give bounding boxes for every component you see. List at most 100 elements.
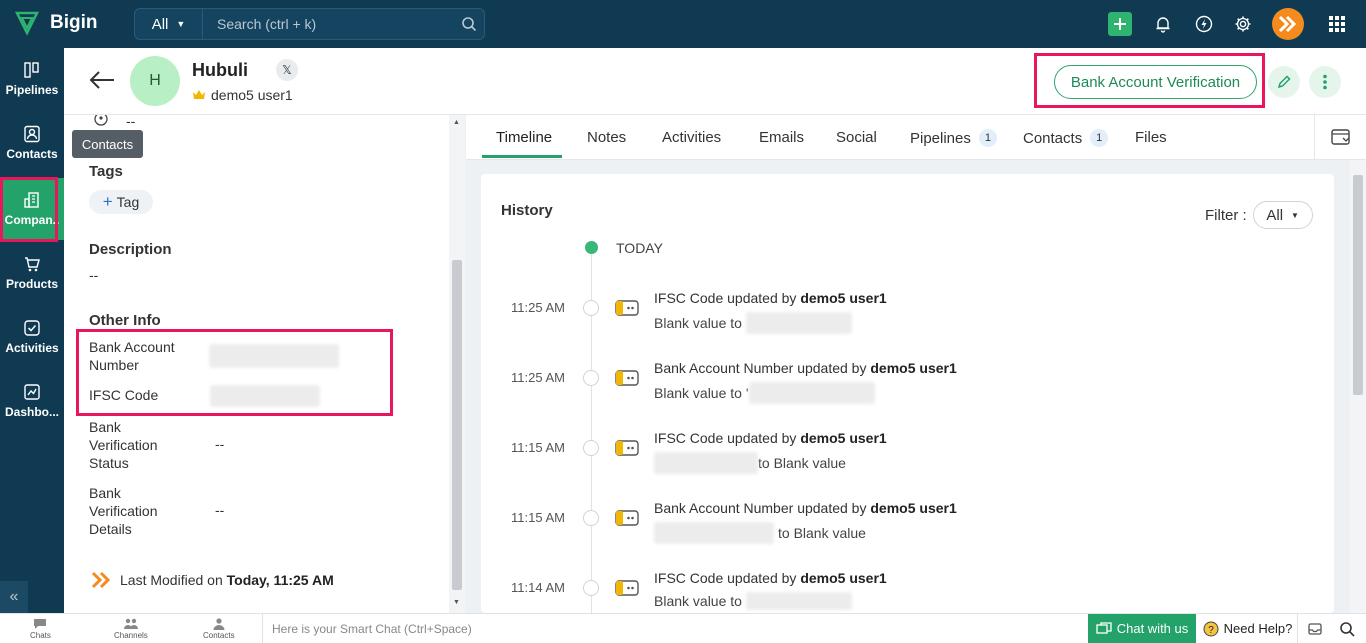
timeline-scroll-thumb[interactable] <box>1353 175 1363 395</box>
smart-chat-input[interactable]: Here is your Smart Chat (Ctrl+Space) <box>262 614 1088 643</box>
settings-gear-icon[interactable] <box>1233 14 1253 34</box>
tab-label: Timeline <box>496 129 553 146</box>
entry-field: IFSC Code <box>654 430 724 446</box>
details-panel: -- Tags + Tag Description -- Other Info … <box>64 115 449 613</box>
entry-change-prefix: Blank value to ' <box>654 385 749 401</box>
entry-time: 11:15 AM <box>511 510 565 525</box>
search-input[interactable]: Search (ctrl + k) <box>203 16 454 32</box>
left-sidebar: Pipelines Contacts Compan.. Products Act… <box>0 48 64 613</box>
entry-time: 11:25 AM <box>511 370 565 385</box>
redacted-value <box>748 382 875 404</box>
entry-by: updated by <box>727 430 797 446</box>
entry-user: demo5 user1 <box>870 360 957 376</box>
last-modified: Last Modified on Today, 11:25 AM <box>120 572 334 588</box>
back-arrow-icon[interactable] <box>88 70 116 93</box>
global-search: All ▼ Search (ctrl + k) <box>134 8 485 40</box>
bank-verification-details-value[interactable]: -- <box>215 502 224 518</box>
footer-contacts[interactable]: Contacts <box>203 618 235 640</box>
field-update-icon <box>615 298 639 321</box>
entry-time: 11:25 AM <box>511 300 565 315</box>
sidebar-item-dashboards[interactable]: Dashbo... <box>0 370 64 432</box>
feeds-icon[interactable] <box>1194 14 1214 34</box>
sidebar-item-pipelines[interactable]: Pipelines <box>0 48 64 110</box>
timeline-entry[interactable]: 11:25 AM IFSC Code updated by demo5 user… <box>481 290 1334 350</box>
quick-create-button[interactable] <box>1108 12 1132 36</box>
sidebar-item-products[interactable]: Products <box>0 242 64 304</box>
more-options-button[interactable] <box>1309 66 1341 98</box>
footer-channels[interactable]: Channels <box>114 618 148 640</box>
tab-emails[interactable]: Emails <box>759 129 804 146</box>
tab-notes[interactable]: Notes <box>587 129 626 146</box>
timeline-dot <box>583 510 599 526</box>
apps-grid-icon[interactable] <box>1327 14 1347 34</box>
field-update-icon <box>615 508 639 531</box>
record-header: H Hubuli 𝕏 demo5 user1 Bank Account Veri… <box>64 48 1366 115</box>
timeline-entry[interactable]: 11:15 AM Bank Account Number updated by … <box>481 500 1334 560</box>
chat-bubble-icon <box>34 619 47 629</box>
filter-select[interactable]: All ▼ <box>1252 201 1313 229</box>
user-avatar[interactable] <box>1272 8 1304 40</box>
top-bar: Bigin All ▼ Search (ctrl + k) <box>0 0 1366 48</box>
location-pin-icon <box>93 115 109 130</box>
details-scrollbar[interactable]: ▲ ▼ <box>449 115 465 613</box>
x-social-icon[interactable]: 𝕏 <box>276 59 298 81</box>
footer-channels-label: Channels <box>114 631 148 640</box>
last-modified-label: Last Modified on <box>120 572 223 588</box>
entry-title: Bank Account Number updated by demo5 use… <box>654 500 957 516</box>
notes-tray-icon[interactable] <box>1306 620 1324 638</box>
footer-contacts-label: Contacts <box>203 631 235 640</box>
entry-field: Bank Account Number <box>654 500 794 516</box>
tab-social[interactable]: Social <box>836 129 877 146</box>
products-icon <box>25 257 40 272</box>
timeline-entry[interactable]: 11:25 AM Bank Account Number updated by … <box>481 360 1334 420</box>
timeline-dot <box>583 370 599 386</box>
app-logo[interactable]: Bigin <box>14 10 98 36</box>
filter-value: All <box>1266 206 1284 224</box>
other-info-heading: Other Info <box>89 312 161 329</box>
chat-with-us-button[interactable]: Chat with us <box>1088 614 1196 643</box>
tab-label: Files <box>1135 129 1167 146</box>
details-scroll-thumb[interactable] <box>452 260 462 590</box>
add-tag-label: Tag <box>116 194 140 210</box>
sidebar-item-contacts[interactable]: Contacts <box>0 112 64 174</box>
sidebar-item-label: Dashbo... <box>4 405 59 419</box>
side-panel-toggle-icon[interactable] <box>1314 115 1366 159</box>
entry-field: Bank Account Number <box>654 360 794 376</box>
add-tag-button[interactable]: + Tag <box>89 190 153 214</box>
tab-contacts[interactable]: Contacts 1 <box>1023 129 1109 147</box>
sidebar-item-activities[interactable]: Activities <box>0 306 64 368</box>
description-heading: Description <box>89 241 172 258</box>
search-icon[interactable] <box>454 16 484 32</box>
notifications-bell-icon[interactable] <box>1153 14 1173 34</box>
entry-time: 11:14 AM <box>511 580 565 595</box>
timeline-today-label: TODAY <box>616 240 663 256</box>
footer-search-icon[interactable] <box>1338 620 1356 638</box>
chat-window-icon <box>1096 621 1112 634</box>
tab-label: Social <box>836 129 877 146</box>
tab-activities[interactable]: Activities <box>662 129 721 146</box>
need-help-button[interactable]: ? Need Help? <box>1198 614 1298 643</box>
timeline-entry[interactable]: 11:15 AM IFSC Code updated by demo5 user… <box>481 430 1334 490</box>
footer-bar: Chats Channels Contacts Here is your Sma… <box>0 613 1366 643</box>
scroll-up-icon[interactable]: ▲ <box>453 119 460 126</box>
tab-pipelines[interactable]: Pipelines 1 <box>910 129 997 147</box>
bank-verification-status-value[interactable]: -- <box>215 436 224 452</box>
entry-title: IFSC Code updated by demo5 user1 <box>654 430 887 446</box>
search-scope-select[interactable]: All ▼ <box>135 9 203 39</box>
timeline-scrollbar[interactable] <box>1350 160 1366 613</box>
scroll-down-icon[interactable]: ▼ <box>453 599 460 606</box>
timeline-today-dot <box>585 241 598 254</box>
edit-link-button[interactable] <box>1268 66 1300 98</box>
record-owner[interactable]: demo5 user1 <box>192 87 293 103</box>
timeline-entry[interactable]: 11:14 AM IFSC Code updated by demo5 user… <box>481 570 1334 613</box>
footer-chats[interactable]: Chats <box>30 618 51 640</box>
last-modified-value: Today, 11:25 AM <box>226 572 334 588</box>
tab-files[interactable]: Files <box>1135 129 1167 146</box>
record-avatar[interactable]: H <box>130 56 180 106</box>
count-badge: 1 <box>1090 129 1109 147</box>
tab-timeline[interactable]: Timeline <box>496 129 552 146</box>
field-update-icon <box>615 368 639 391</box>
profile-logo-icon <box>1278 15 1297 33</box>
sidebar-collapse-button[interactable]: « <box>0 581 28 613</box>
bigin-logo-icon <box>14 11 40 36</box>
